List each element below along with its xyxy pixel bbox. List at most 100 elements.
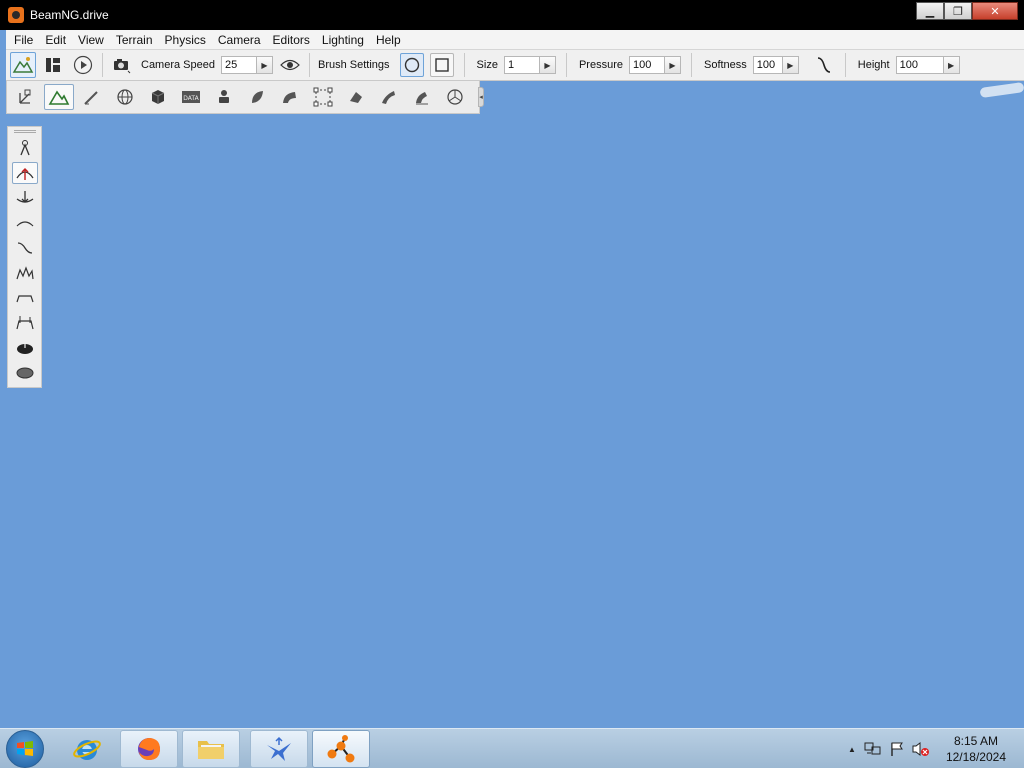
panel-layout-button[interactable] [40,52,66,78]
noise-peaks-icon [15,266,34,280]
selection-tool-button[interactable] [308,84,338,110]
menu-terrain[interactable]: Terrain [110,33,159,47]
slope-button[interactable] [12,237,38,259]
menu-editors[interactable]: Editors [267,33,316,47]
road-ramp-icon [283,92,296,103]
height-input[interactable]: 100 [895,56,944,74]
main-toolbar: Camera Speed 25 ▶ Brush Settings Size 1 … [6,50,1024,81]
noise-button[interactable] [12,262,38,284]
camera-speed-input[interactable]: 25 [221,56,257,74]
editor-tool-strip: DATA ◂ [6,81,484,114]
decal-stamp-icon [350,92,362,103]
maximize-button[interactable]: ❐ [944,2,972,20]
river-tool-button[interactable] [374,84,404,110]
cloud-fragment [979,81,1024,99]
globe-tool-button[interactable] [110,84,140,110]
raise-height-button[interactable] [11,162,38,184]
globe-icon [117,89,133,105]
decal-tool-button[interactable] [341,84,371,110]
pressure-stepper[interactable]: ▶ [664,56,681,74]
taskbar-beamng[interactable] [312,729,370,768]
minimize-button[interactable]: ▁ [916,2,944,20]
close-button[interactable]: ✕ [972,2,1018,20]
softness-label: Softness [703,59,747,71]
network-icon[interactable] [864,741,882,757]
play-button[interactable] [70,52,96,78]
menu-edit[interactable]: Edit [39,33,72,47]
clock-date: 12/18/2024 [945,750,1006,764]
data-tool-button[interactable]: DATA [176,84,206,110]
size-label: Size [476,59,498,71]
menu-view[interactable]: View [72,33,110,47]
action-center-flag-icon[interactable] [890,741,904,757]
camera-speed-stepper[interactable]: ▶ [257,56,273,74]
taskbar-internet-explorer[interactable] [58,730,116,768]
window-title: BeamNG.drive [30,8,109,22]
road-tool-button[interactable] [275,84,305,110]
height-stepper[interactable]: ▶ [943,56,960,74]
softness-curve-button[interactable] [811,52,837,78]
menu-file[interactable]: File [8,33,39,47]
volume-muted-icon[interactable] [912,741,930,757]
taskbar-network-app[interactable] [250,729,308,768]
toolstrip-collapse-handle[interactable]: ◂ [478,87,484,107]
cube-icon [151,90,165,104]
slope-curve-icon [17,242,32,254]
pressure-label: Pressure [578,59,623,71]
pressure-input[interactable]: 100 [628,56,665,74]
brush-square-button[interactable] [429,53,454,77]
terrain-brush-palette [7,126,42,388]
object-tool-button[interactable] [11,84,41,110]
taskbar-firefox[interactable] [120,729,178,768]
start-button[interactable] [6,729,44,768]
windows-logo-icon [17,740,33,756]
window-titlebar: BeamNG.drive ▁ ❐ ✕ [0,0,1024,30]
size-input[interactable]: 1 [503,56,540,74]
height-label: Height [857,59,890,71]
toolbar-divider [309,53,310,77]
camera-button[interactable] [109,52,135,78]
size-stepper[interactable]: ▶ [539,56,556,74]
mesh-road-tool-button[interactable] [407,84,437,110]
softness-stepper[interactable]: ▶ [782,56,799,74]
spawn-point-icon [219,90,229,103]
set-height-icon [15,316,34,330]
select-brush-button[interactable] [12,137,38,159]
terrain-tool-button[interactable] [44,84,74,110]
show-hidden-icons-button[interactable]: ▲ [848,745,856,754]
foliage-tool-button[interactable] [242,84,272,110]
lower-height-button[interactable] [12,187,38,209]
beamng-node-icon [327,734,355,762]
softness-input[interactable]: 100 [752,56,783,74]
flatten-button[interactable] [12,287,38,309]
river-icon [382,91,395,104]
play-icon [73,55,93,75]
taskbar-file-explorer[interactable] [182,729,240,768]
toolbar-divider [463,53,465,77]
eye-icon [280,59,300,71]
palette-grip[interactable] [13,130,36,133]
paint-tool-button[interactable] [77,84,107,110]
gizmo-tool-button[interactable] [440,84,470,110]
terrain-editor-button[interactable] [10,52,36,78]
dig-hole-button[interactable] [12,337,38,359]
editor-viewport[interactable] [6,81,1024,728]
menu-help[interactable]: Help [370,33,407,47]
blue-bird-app-icon [267,736,291,761]
brush-settings-label: Brush Settings [318,59,390,71]
fill-hole-button[interactable] [12,362,38,384]
visibility-button[interactable] [277,52,303,78]
menu-physics[interactable]: Physics [159,33,212,47]
smooth-button[interactable] [12,212,38,234]
raise-height-icon [15,168,34,180]
toolbar-divider [102,53,103,77]
brush-circle-button[interactable] [399,53,424,77]
spawn-tool-button[interactable] [209,84,239,110]
taskbar-clock[interactable]: 8:15 AM 12/18/2024 [946,733,1006,765]
mesh-tool-button[interactable] [143,84,173,110]
panel-layout-icon [46,58,60,72]
menu-lighting[interactable]: Lighting [316,33,370,47]
toolbar-divider [844,53,846,77]
set-height-button[interactable] [12,312,38,334]
menu-camera[interactable]: Camera [212,33,267,47]
